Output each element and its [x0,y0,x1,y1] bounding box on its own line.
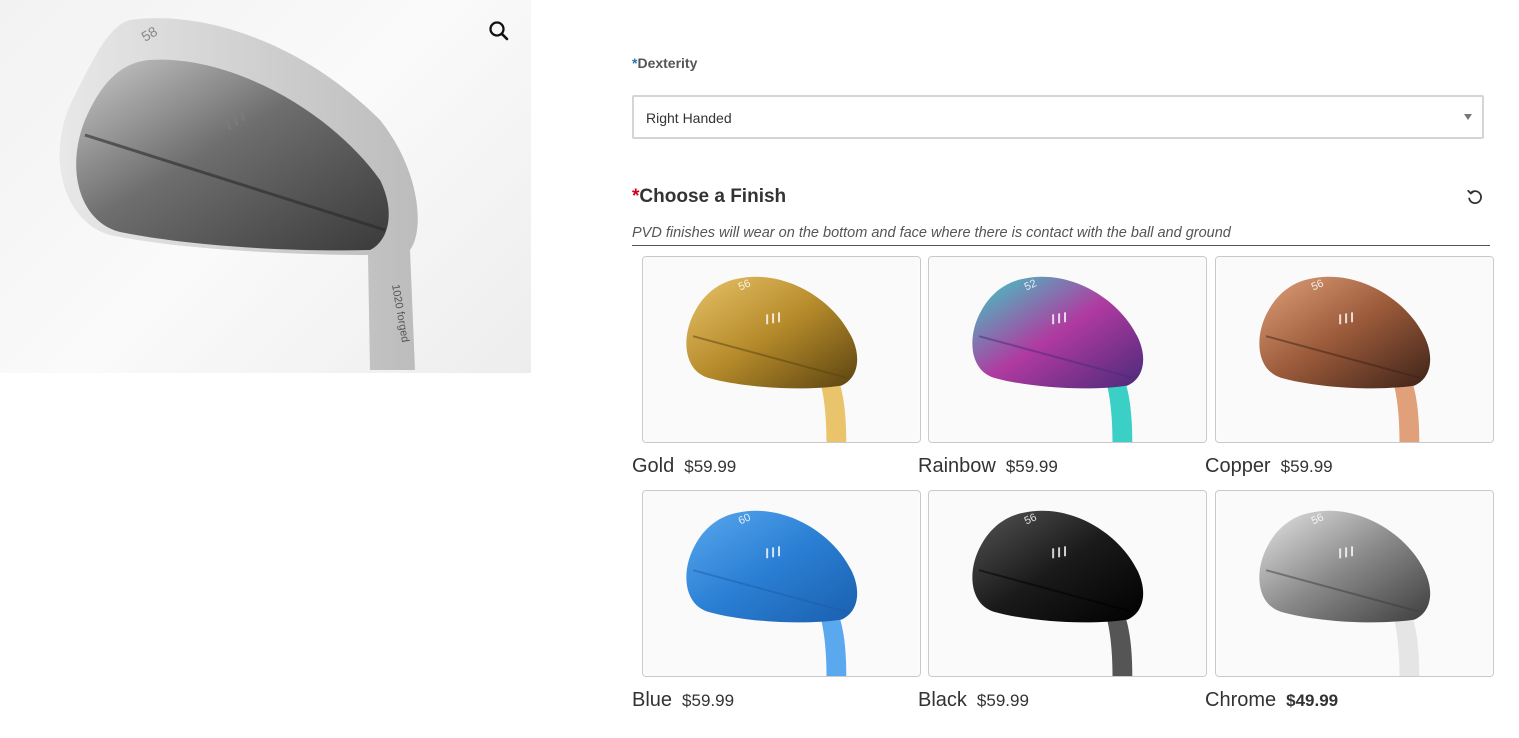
finish-caption-blue: Blue $59.99 [632,689,734,712]
chrome-wedge-image: 56 [1216,491,1493,676]
finish-name: Gold [632,455,675,477]
finish-option-black[interactable]: 56 [928,490,1207,677]
finish-price: $59.99 [682,691,735,710]
finish-label: *Choose a Finish [632,186,786,208]
zoom-button[interactable] [486,18,512,44]
finish-note: PVD finishes will wear on the bottom and… [632,225,1490,246]
product-options: *Dexterity Right Handed *Choose a Finish… [632,0,1494,738]
dexterity-select[interactable]: Right Handed [632,95,1484,139]
finish-caption-gold: Gold $59.99 [632,455,736,478]
finish-price: $49.99 [1286,691,1339,710]
wedge-image: 1020 forged 58 [59,18,418,371]
finish-option-blue[interactable]: 60 [642,490,921,677]
finish-name: Copper [1205,455,1271,477]
dexterity-label: *Dexterity [632,55,697,71]
finish-price: $59.99 [1280,457,1333,476]
finish-caption-copper: Copper $59.99 [1205,455,1333,478]
product-main-image[interactable]: 1020 forged 58 [0,0,531,373]
finish-caption-rainbow: Rainbow $59.99 [918,455,1058,478]
finish-price: $59.99 [684,457,737,476]
dexterity-label-text: Dexterity [637,55,698,71]
finish-option-gold[interactable]: 56 [642,256,921,443]
finish-label-text: Choose a Finish [639,186,787,207]
finish-name: Black [918,689,967,711]
finish-name: Chrome [1205,689,1277,711]
blue-wedge-image: 60 [643,491,920,676]
reset-finish-button[interactable] [1466,188,1484,206]
rainbow-wedge-image: 52 [929,257,1206,442]
finish-price: $59.99 [1005,457,1058,476]
finish-option-copper[interactable]: 56 [1215,256,1494,443]
magnifier-icon [489,21,509,41]
dexterity-select-value: Right Handed [646,110,732,126]
finish-name: Blue [632,689,673,711]
black-wedge-image: 56 [929,491,1206,676]
copper-wedge-image: 56 [1216,257,1493,442]
gold-wedge-image: 56 [643,257,920,442]
finish-price: $59.99 [976,691,1029,710]
finish-option-chrome[interactable]: 56 [1215,490,1494,677]
reset-icon [1467,189,1482,205]
finish-name: Rainbow [918,455,996,477]
finish-caption-black: Black $59.99 [918,689,1029,712]
finish-option-rainbow[interactable]: 52 [928,256,1207,443]
finish-caption-chrome: Chrome $49.99 [1205,689,1338,712]
chevron-down-icon [1464,114,1472,120]
